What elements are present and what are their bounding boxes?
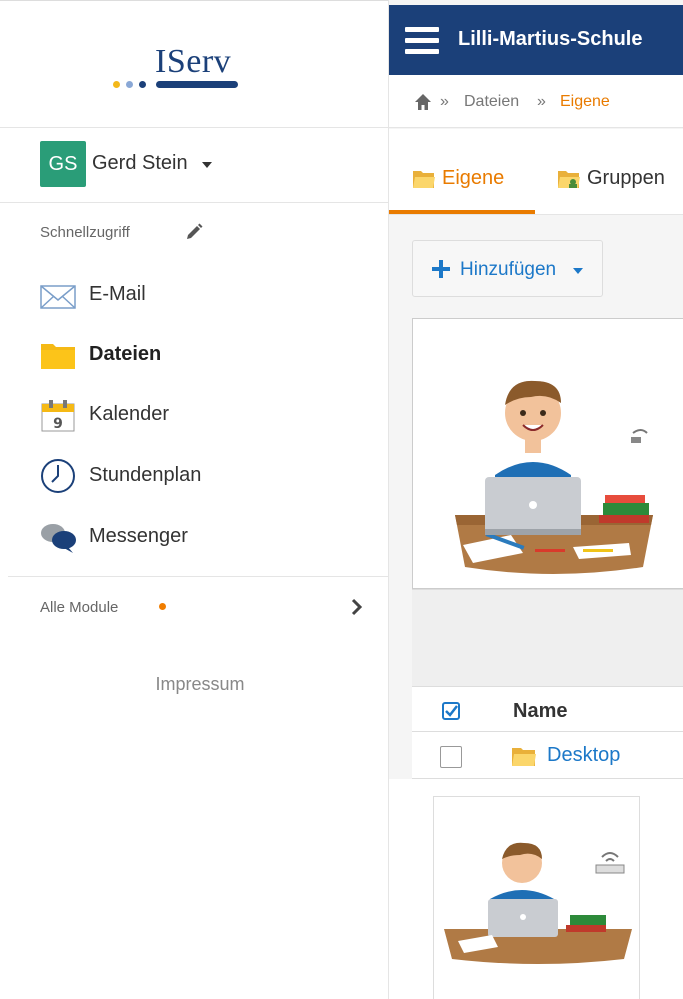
chevron-right-icon[interactable] [350, 597, 364, 617]
folder-icon [413, 171, 435, 188]
sidebar-item-files[interactable]: Dateien [0, 328, 388, 382]
breadcrumb: » Dateien » Eigene [389, 75, 683, 128]
logo-underline [156, 81, 238, 88]
chevron-down-icon [573, 268, 583, 274]
tab-label: Eigene [442, 167, 505, 189]
top-navbar: Lilli-Martius-Schule [389, 5, 683, 75]
file-list-header: Name [412, 686, 683, 732]
logo-area: IServ [0, 1, 388, 128]
calendar-icon: 9 [41, 400, 75, 432]
breadcrumb-item-files[interactable]: Dateien [464, 93, 519, 111]
add-button[interactable]: Hinzufügen [412, 240, 603, 297]
select-all-checkbox-icon[interactable] [442, 702, 460, 720]
sidebar-item-label: Dateien [89, 343, 162, 365]
person-with-laptop-illustration [455, 380, 653, 574]
table-row[interactable]: Desktop [412, 732, 683, 779]
quick-access-label: Schnellzugriff [40, 224, 130, 241]
all-modules-link[interactable]: Alle Module [40, 599, 118, 616]
menu-icon[interactable] [405, 27, 439, 55]
sidebar-divider [8, 576, 388, 577]
file-thumbnail[interactable] [433, 796, 640, 999]
school-name[interactable]: Lilli-Martius-Schule [458, 28, 642, 51]
user-menu[interactable]: GS Gerd Stein [0, 128, 388, 203]
folder-icon [41, 344, 75, 369]
plus-icon [432, 260, 450, 278]
chat-bubbles-icon [41, 524, 76, 553]
user-name[interactable]: Gerd Stein [92, 152, 188, 175]
row-checkbox[interactable] [440, 746, 462, 768]
sidebar-item-timetable[interactable]: Stundenplan [0, 449, 388, 503]
sidebar-item-label: E-Mail [89, 283, 146, 305]
clock-icon [41, 459, 75, 493]
thumbnail-illustration [444, 842, 632, 964]
tab-label: Gruppen [587, 167, 665, 189]
file-list-toolbar [412, 589, 683, 686]
sidebar-item-calendar[interactable]: 9 Kalender [0, 388, 388, 442]
sidebar: IServ GS Gerd Stein Schnellzugriff E-Mai… [0, 0, 389, 999]
sidebar-item-label: Messenger [89, 525, 188, 547]
home-icon[interactable] [414, 93, 432, 111]
sidebar-item-label: Stundenplan [89, 464, 202, 486]
main-content: Lilli-Martius-Schule » Dateien » Eigene … [389, 0, 683, 999]
tab-bar: Eigene Gruppen [389, 129, 683, 215]
thumbnail-area [389, 779, 683, 999]
sidebar-item-email[interactable]: E-Mail [0, 268, 388, 322]
breadcrumb-item-own: Eigene [560, 93, 610, 110]
file-name-link[interactable]: Desktop [547, 744, 620, 767]
impressum-link[interactable]: Impressum [0, 674, 400, 695]
notification-dot [159, 603, 166, 610]
sidebar-item-messenger[interactable]: Messenger [0, 510, 388, 564]
logo-dot-blue [139, 81, 146, 88]
breadcrumb-separator: » [440, 93, 449, 110]
chevron-down-icon[interactable] [202, 162, 212, 168]
active-tab-indicator [389, 210, 535, 214]
column-header-name[interactable]: Name [513, 700, 567, 723]
avatar: GS [40, 141, 86, 187]
calendar-day: 9 [53, 416, 63, 432]
envelope-icon [40, 285, 76, 309]
iserv-logo[interactable]: IServ [113, 43, 243, 93]
logo-dot-yellow [113, 81, 120, 88]
pencil-icon[interactable] [184, 222, 204, 242]
add-button-label: Hinzufügen [460, 259, 557, 280]
logo-dot-lightblue [126, 81, 133, 88]
sidebar-item-label: Kalender [89, 403, 170, 425]
folder-icon [512, 748, 536, 766]
breadcrumb-separator: » [537, 93, 546, 110]
logo-text: IServ [155, 43, 232, 80]
group-folder-icon [558, 171, 580, 188]
folder-preview-card [412, 318, 683, 589]
